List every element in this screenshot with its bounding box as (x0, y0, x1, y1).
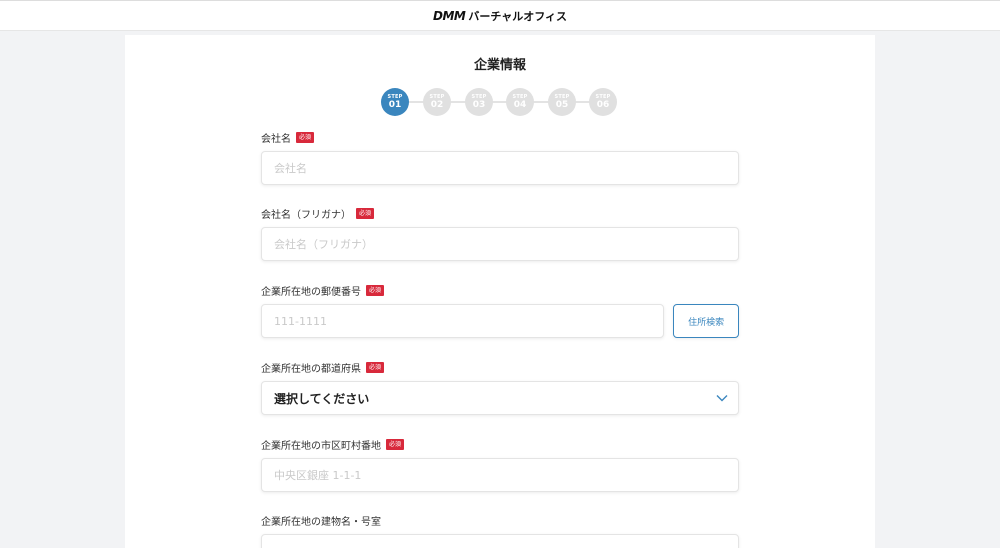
city-field: 企業所在地の市区町村番地 必須 中央区銀座 1-1-1 (261, 437, 739, 492)
top-header: DMM バーチャルオフィス (0, 0, 1000, 31)
postal-code-label: 企業所在地の郵便番号 (261, 286, 361, 298)
page-title: 企業情報 (473, 58, 526, 73)
prefecture-field: 企業所在地の都道府県 必須 選択してください (261, 360, 739, 415)
city-placeholder: 中央区銀座 1-1-1 (274, 469, 362, 482)
postal-code-placeholder: 111-1111 (274, 314, 327, 328)
step-number: 04 (513, 100, 527, 110)
step-number: 03 (472, 100, 486, 110)
step-01: STEP 01 (381, 88, 409, 116)
company-name-placeholder: 会社名 (274, 162, 307, 175)
city-input[interactable]: 中央区銀座 1-1-1 (261, 458, 739, 492)
required-badge: 必須 (386, 438, 405, 450)
building-input[interactable] (261, 534, 739, 548)
address-search-button[interactable]: 住所検索 (673, 304, 739, 338)
step-number: 05 (555, 100, 569, 110)
city-label: 企業所在地の市区町村番地 (261, 440, 381, 452)
step-02: STEP 02 (423, 88, 451, 116)
company-name-input[interactable]: 会社名 (261, 151, 739, 185)
company-name-label: 会社名 (261, 133, 291, 145)
company-kana-label: 会社名（フリガナ） (261, 209, 351, 221)
step-indicator: STEP 01 STEP 02 STEP 03 STEP 04 STEP 05 … (381, 88, 621, 116)
company-kana-input[interactable]: 会社名（フリガナ） (261, 227, 739, 261)
step-number: 02 (430, 100, 444, 110)
prefecture-selected-value: 選択してください (274, 391, 370, 406)
company-name-field: 会社名 必須 会社名 (261, 130, 739, 185)
building-field: 企業所在地の建物名・号室 (261, 513, 739, 548)
prefecture-select[interactable]: 選択してください (261, 381, 739, 415)
logo-brand: DMM (432, 8, 466, 23)
step-04: STEP 04 (506, 88, 534, 116)
postal-code-field: 企業所在地の郵便番号 必須 111-1111 住所検索 (261, 283, 739, 338)
form-card: 企業情報 STEP 01 STEP 02 STEP 03 STEP 04 STE… (125, 35, 875, 548)
company-kana-placeholder: 会社名（フリガナ） (274, 238, 373, 251)
company-kana-field: 会社名（フリガナ） 必須 会社名（フリガナ） (261, 206, 739, 261)
chevron-down-icon (716, 395, 728, 402)
step-number: 06 (596, 100, 610, 110)
required-badge: 必須 (356, 207, 375, 219)
step-06: STEP 06 (589, 88, 617, 116)
prefecture-label: 企業所在地の都道府県 (261, 363, 361, 375)
dmm-virtual-office-logo[interactable]: DMM バーチャルオフィス (433, 8, 567, 24)
step-number: 01 (388, 100, 402, 110)
postal-code-input[interactable]: 111-1111 (261, 304, 665, 338)
required-badge: 必須 (366, 284, 385, 296)
building-label: 企業所在地の建物名・号室 (261, 516, 381, 528)
required-badge: 必須 (366, 361, 385, 373)
step-03: STEP 03 (465, 88, 493, 116)
logo-service-name: バーチャルオフィス (468, 9, 567, 23)
required-badge: 必須 (296, 131, 315, 143)
step-05: STEP 05 (548, 88, 576, 116)
